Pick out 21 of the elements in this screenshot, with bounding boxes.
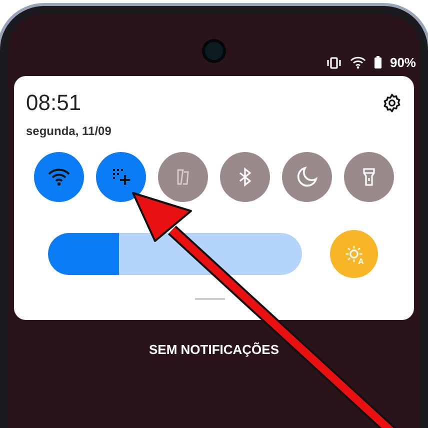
- auto-brightness-button[interactable]: A: [330, 230, 378, 278]
- flashlight-toggle[interactable]: [344, 152, 394, 202]
- wifi-toggle[interactable]: [34, 152, 84, 202]
- add-tile-icon: [111, 167, 131, 187]
- add-toggle[interactable]: [96, 152, 146, 202]
- no-notifications-label: SEM NOTIFICAÇÕES: [148, 342, 279, 357]
- rotate-toggle[interactable]: [158, 152, 208, 202]
- date-label: segunda, 11/09: [26, 124, 112, 138]
- moon-icon: [296, 166, 318, 188]
- settings-icon[interactable]: [382, 93, 402, 113]
- camera-icon: [202, 39, 226, 63]
- battery-icon: [374, 56, 382, 69]
- battery-percentage: 90%: [390, 55, 416, 70]
- wifi-icon: [48, 168, 70, 186]
- vibrate-icon: [326, 56, 342, 68]
- brightness-slider[interactable]: [48, 233, 302, 275]
- clock-time: 08:51: [26, 90, 82, 116]
- moon-toggle[interactable]: [282, 152, 332, 202]
- bluetooth-toggle[interactable]: [220, 152, 270, 202]
- sun-icon: [344, 244, 364, 264]
- wifi-icon: [350, 56, 366, 69]
